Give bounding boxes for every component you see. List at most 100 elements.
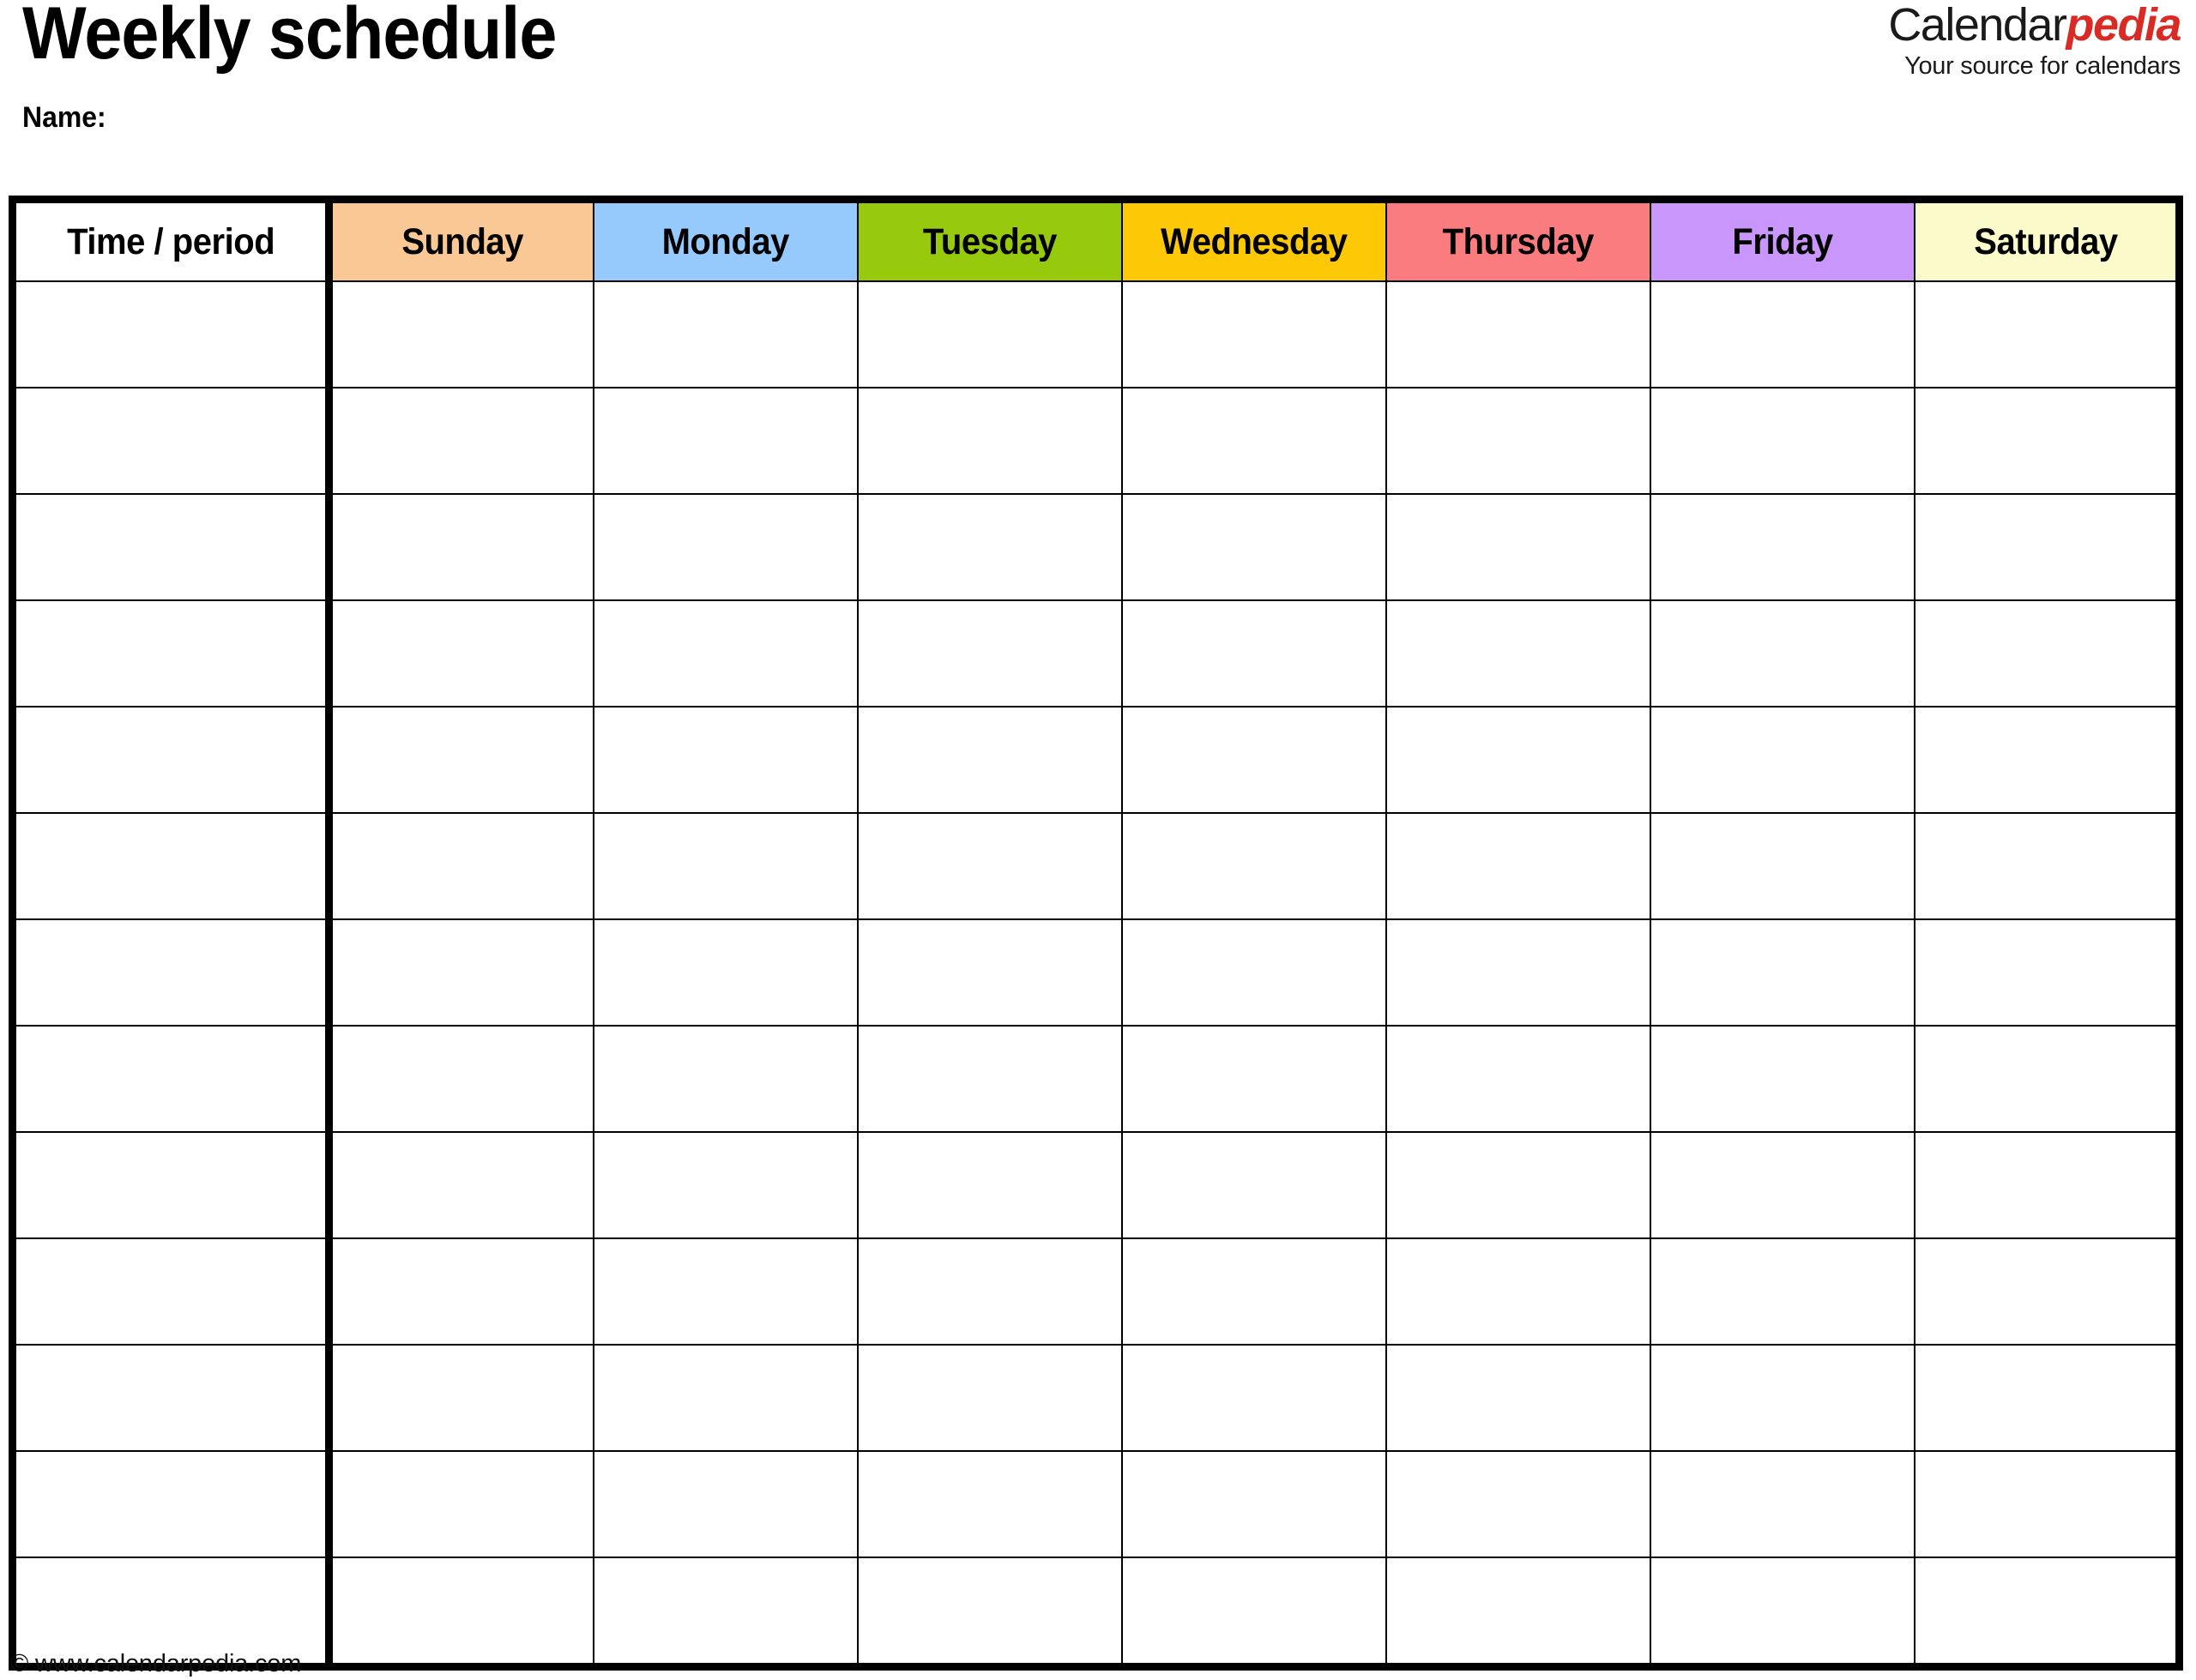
schedule-cell-tuesday[interactable] [856,706,1123,814]
schedule-cell-sunday[interactable] [328,812,594,920]
schedule-cell-saturday[interactable] [1914,1344,2181,1452]
schedule-cell-monday[interactable] [592,1025,859,1133]
schedule-cell-saturday[interactable] [1914,1237,2181,1346]
schedule-cell-saturday[interactable] [1914,812,2181,920]
schedule-cell-friday[interactable] [1650,706,1916,814]
schedule-cell-wednesday[interactable] [1120,1131,1388,1239]
schedule-cell-saturday[interactable] [1914,1025,2181,1133]
schedule-cell-time[interactable] [11,387,333,495]
schedule-cell-friday[interactable] [1650,280,1916,388]
schedule-cell-tuesday[interactable] [856,493,1123,601]
schedule-cell-monday[interactable] [592,599,859,708]
schedule-cell-sunday[interactable] [328,493,594,601]
schedule-cell-wednesday[interactable] [1120,1025,1388,1133]
schedule-cell-thursday[interactable] [1385,280,1652,388]
schedule-cell-wednesday[interactable] [1120,1450,1388,1558]
schedule-cell-tuesday[interactable] [856,1557,1123,1668]
schedule-cell-friday[interactable] [1650,1344,1916,1452]
schedule-cell-saturday[interactable] [1914,1131,2181,1239]
schedule-cell-tuesday[interactable] [856,1131,1123,1239]
schedule-cell-time[interactable] [11,1025,333,1133]
schedule-cell-thursday[interactable] [1385,1237,1652,1346]
schedule-cell-wednesday[interactable] [1120,1344,1388,1452]
schedule-cell-sunday[interactable] [328,1131,594,1239]
schedule-cell-monday[interactable] [592,1131,859,1239]
schedule-cell-sunday[interactable] [328,1025,594,1133]
schedule-cell-thursday[interactable] [1385,1025,1652,1133]
schedule-cell-thursday[interactable] [1385,493,1652,601]
schedule-cell-saturday[interactable] [1914,599,2181,708]
schedule-cell-sunday[interactable] [328,1450,594,1558]
schedule-cell-time[interactable] [11,280,333,388]
schedule-cell-thursday[interactable] [1385,812,1652,920]
schedule-cell-monday[interactable] [592,918,859,1027]
schedule-cell-sunday[interactable] [328,387,594,495]
schedule-cell-sunday[interactable] [328,1557,594,1668]
schedule-cell-time[interactable] [11,1131,333,1239]
schedule-cell-thursday[interactable] [1385,387,1652,495]
schedule-cell-thursday[interactable] [1385,599,1652,708]
schedule-cell-friday[interactable] [1650,812,1916,920]
schedule-cell-wednesday[interactable] [1120,280,1388,388]
schedule-cell-time[interactable] [11,599,333,708]
schedule-cell-sunday[interactable] [328,1344,594,1452]
schedule-cell-friday[interactable] [1650,1025,1916,1133]
schedule-cell-wednesday[interactable] [1120,599,1388,708]
schedule-cell-monday[interactable] [592,1450,859,1558]
schedule-cell-friday[interactable] [1650,1237,1916,1346]
schedule-cell-friday[interactable] [1650,387,1916,495]
schedule-cell-wednesday[interactable] [1120,387,1388,495]
schedule-cell-sunday[interactable] [328,599,594,708]
schedule-cell-sunday[interactable] [328,706,594,814]
schedule-cell-saturday[interactable] [1914,493,2181,601]
schedule-cell-tuesday[interactable] [856,1237,1123,1346]
schedule-cell-friday[interactable] [1650,493,1916,601]
schedule-cell-wednesday[interactable] [1120,706,1388,814]
schedule-cell-tuesday[interactable] [856,918,1123,1027]
schedule-cell-time[interactable] [11,1450,333,1558]
schedule-cell-sunday[interactable] [328,918,594,1027]
schedule-cell-time[interactable] [11,918,333,1027]
schedule-cell-saturday[interactable] [1914,280,2181,388]
schedule-cell-wednesday[interactable] [1120,493,1388,601]
schedule-cell-time[interactable] [11,706,333,814]
schedule-cell-monday[interactable] [592,1557,859,1668]
schedule-cell-tuesday[interactable] [856,387,1123,495]
schedule-cell-time[interactable] [11,1237,333,1346]
schedule-cell-saturday[interactable] [1914,1450,2181,1558]
schedule-cell-monday[interactable] [592,493,859,601]
schedule-cell-friday[interactable] [1650,1450,1916,1558]
schedule-cell-thursday[interactable] [1385,918,1652,1027]
schedule-cell-monday[interactable] [592,387,859,495]
schedule-cell-monday[interactable] [592,1237,859,1346]
schedule-cell-monday[interactable] [592,1344,859,1452]
schedule-cell-friday[interactable] [1650,1131,1916,1239]
schedule-cell-tuesday[interactable] [856,1344,1123,1452]
schedule-cell-monday[interactable] [592,706,859,814]
schedule-cell-thursday[interactable] [1385,1344,1652,1452]
schedule-cell-wednesday[interactable] [1120,1557,1388,1668]
schedule-cell-friday[interactable] [1650,1557,1916,1668]
schedule-cell-saturday[interactable] [1914,1557,2181,1668]
schedule-cell-wednesday[interactable] [1120,918,1388,1027]
schedule-cell-friday[interactable] [1650,599,1916,708]
schedule-cell-tuesday[interactable] [856,1450,1123,1558]
schedule-cell-thursday[interactable] [1385,1557,1652,1668]
schedule-cell-saturday[interactable] [1914,918,2181,1027]
schedule-cell-time[interactable] [11,493,333,601]
schedule-cell-saturday[interactable] [1914,706,2181,814]
schedule-cell-tuesday[interactable] [856,812,1123,920]
schedule-cell-tuesday[interactable] [856,280,1123,388]
schedule-cell-wednesday[interactable] [1120,812,1388,920]
schedule-cell-monday[interactable] [592,280,859,388]
schedule-cell-sunday[interactable] [328,280,594,388]
schedule-cell-thursday[interactable] [1385,706,1652,814]
schedule-cell-thursday[interactable] [1385,1131,1652,1239]
schedule-cell-friday[interactable] [1650,918,1916,1027]
schedule-cell-tuesday[interactable] [856,599,1123,708]
schedule-cell-saturday[interactable] [1914,387,2181,495]
schedule-cell-thursday[interactable] [1385,1450,1652,1558]
schedule-cell-tuesday[interactable] [856,1025,1123,1133]
schedule-cell-time[interactable] [11,812,333,920]
schedule-cell-wednesday[interactable] [1120,1237,1388,1346]
